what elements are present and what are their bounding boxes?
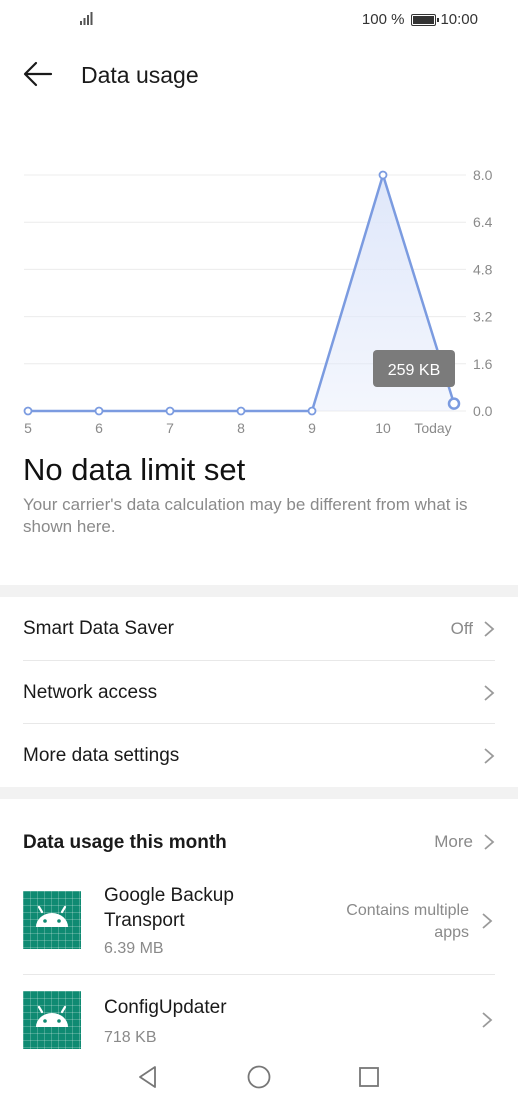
battery-icon bbox=[411, 13, 440, 26]
battery-percent: 100 % bbox=[361, 11, 405, 28]
chevron-right-icon bbox=[482, 1012, 493, 1028]
more-data-settings-label: More data settings bbox=[23, 744, 180, 766]
android-icon bbox=[23, 991, 81, 1049]
section-divider bbox=[0, 787, 518, 799]
app-size: 6.39 MB bbox=[104, 940, 164, 957]
usage-section-title: Data usage this month bbox=[23, 832, 227, 853]
app-name: ConfigUpdater bbox=[104, 997, 227, 1018]
tooltip-label: 259 KB bbox=[388, 362, 440, 379]
y-tick-label: 8.0 bbox=[473, 167, 493, 183]
y-tick-label: 6.4 bbox=[473, 214, 493, 230]
smart-data-saver-value: Off bbox=[450, 618, 473, 638]
data-point bbox=[307, 406, 317, 416]
x-tick-label: 10 bbox=[375, 420, 391, 436]
android-icon bbox=[23, 891, 81, 949]
data-point bbox=[378, 170, 388, 180]
signal-icon bbox=[80, 12, 93, 25]
triangle-back-icon bbox=[139, 1066, 156, 1088]
chevron-right-icon bbox=[484, 834, 495, 850]
chevron-right-icon bbox=[484, 747, 495, 764]
usage-more-button[interactable]: More bbox=[434, 832, 495, 852]
data-point bbox=[165, 406, 175, 416]
smart-data-saver-label: Smart Data Saver bbox=[23, 617, 174, 639]
x-tick-label: 9 bbox=[308, 420, 316, 436]
nav-home-button[interactable] bbox=[244, 1062, 274, 1092]
more-label: More bbox=[434, 832, 473, 851]
app-name: Google Backup Transport bbox=[104, 885, 234, 931]
y-tick-label: 3.2 bbox=[473, 309, 493, 325]
x-tick-label: 5 bbox=[24, 420, 32, 436]
navigation-bar bbox=[0, 1052, 518, 1108]
x-tick-label: 7 bbox=[166, 420, 174, 436]
section-divider bbox=[0, 585, 518, 597]
list-item[interactable]: ConfigUpdater 718 KB bbox=[23, 975, 495, 1055]
y-tick-label: 1.6 bbox=[473, 356, 493, 372]
chevron-right-icon bbox=[484, 684, 495, 701]
network-access-row[interactable]: Network access bbox=[23, 661, 495, 724]
nav-back-button[interactable] bbox=[133, 1062, 163, 1092]
data-limit-title: No data limit set bbox=[23, 452, 246, 487]
data-usage-chart: 8.0 6.4 4.8 3.2 1.6 0.0 5 6 7 8 9 10 Today 259 KB bbox=[23, 167, 493, 436]
y-tick-label: 4.8 bbox=[473, 261, 493, 277]
smart-data-saver-row[interactable]: Smart Data Saver Off bbox=[23, 597, 495, 660]
page-title: Data usage bbox=[81, 62, 199, 88]
arrow-left-icon bbox=[23, 61, 53, 87]
nav-recents-button[interactable] bbox=[354, 1062, 384, 1092]
more-data-settings-row[interactable]: More data settings bbox=[23, 724, 495, 787]
chevron-right-icon bbox=[484, 620, 495, 637]
data-point bbox=[447, 397, 461, 410]
x-tick-label: 6 bbox=[95, 420, 103, 436]
network-access-label: Network access bbox=[23, 681, 158, 703]
x-tick-label: Today bbox=[414, 420, 451, 436]
x-tick-label: 8 bbox=[237, 420, 245, 436]
status-bar: 100 % 10:00 bbox=[0, 0, 518, 40]
y-tick-label: 0.0 bbox=[473, 403, 493, 419]
circle-home-icon bbox=[247, 1065, 271, 1089]
chevron-right-icon bbox=[482, 913, 493, 929]
list-item[interactable]: Google Backup Transport 6.39 MB Contains… bbox=[23, 878, 495, 974]
app-bar: Data usage bbox=[0, 50, 518, 100]
data-point bbox=[94, 406, 104, 416]
data-point bbox=[23, 406, 33, 416]
data-point bbox=[236, 406, 246, 416]
back-button[interactable] bbox=[22, 60, 54, 88]
clock: 10:00 bbox=[440, 11, 478, 28]
data-limit-description: Your carrier's data calculation may be d… bbox=[23, 495, 468, 536]
app-note: Contains multiple apps bbox=[346, 902, 469, 941]
app-size: 718 KB bbox=[104, 1029, 157, 1046]
square-recents-icon bbox=[359, 1067, 379, 1087]
